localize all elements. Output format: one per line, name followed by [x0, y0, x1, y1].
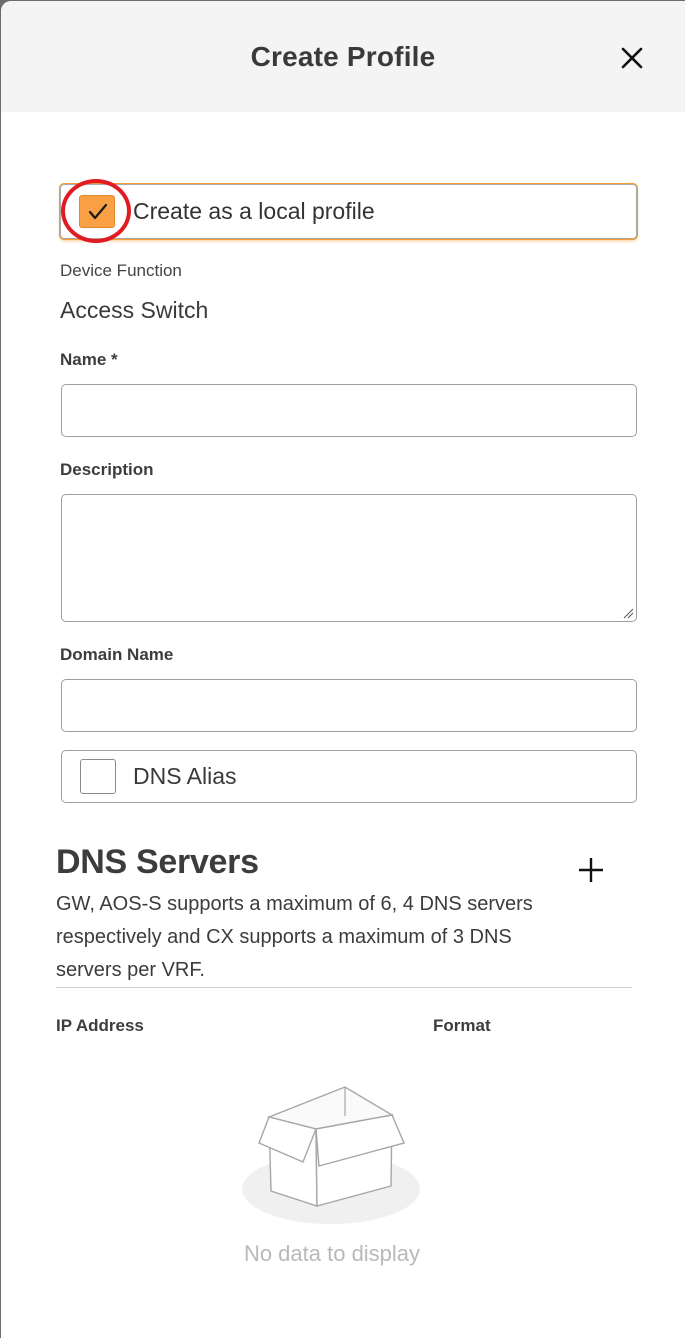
local-profile-label: Create as a local profile: [133, 198, 375, 224]
column-header-format[interactable]: Format: [433, 1016, 491, 1036]
device-function-value: Access Switch: [60, 297, 209, 323]
divider: [56, 987, 632, 988]
local-profile-option[interactable]: Create as a local profile: [60, 184, 637, 239]
resize-grip-icon[interactable]: [622, 607, 634, 619]
dns-servers-title: DNS Servers: [56, 843, 259, 881]
dns-alias-label: DNS Alias: [133, 763, 237, 789]
create-profile-dialog: Create Profile Create as a local profile…: [1, 1, 685, 1338]
dialog-header: Create Profile: [1, 1, 685, 112]
name-input[interactable]: [61, 384, 637, 437]
domain-name-label: Domain Name: [60, 645, 174, 664]
dns-alias-checkbox[interactable]: [80, 759, 116, 794]
column-header-ip-address[interactable]: IP Address: [56, 1016, 144, 1036]
plus-icon: [579, 858, 603, 882]
close-icon: [621, 47, 643, 69]
empty-state-text: No data to display: [243, 1241, 421, 1266]
device-function-label: Device Function: [60, 261, 182, 280]
domain-name-input[interactable]: [61, 679, 637, 732]
description-label: Description: [60, 460, 154, 479]
add-dns-server-button[interactable]: [575, 854, 607, 886]
checkmark-icon: [88, 203, 108, 220]
close-button[interactable]: [619, 45, 645, 71]
dns-servers-description: GW, AOS-S supports a maximum of 6, 4 DNS…: [56, 893, 533, 981]
local-profile-checkbox[interactable]: [79, 195, 115, 228]
dialog-title: Create Profile: [250, 41, 436, 72]
empty-box-icon: [242, 1086, 420, 1224]
dns-alias-option[interactable]: DNS Alias: [61, 750, 637, 803]
name-label: Name *: [60, 350, 118, 369]
description-textarea[interactable]: [61, 494, 637, 622]
